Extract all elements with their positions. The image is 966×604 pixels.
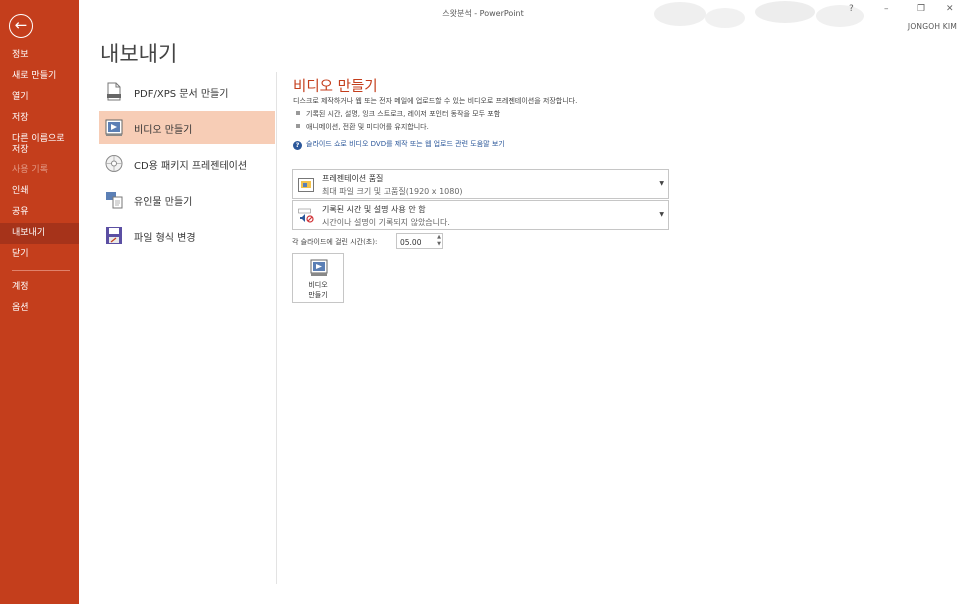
nav-divider	[12, 270, 70, 271]
feature-bullet: 기록된 시간, 설명, 잉크 스트로크, 레이저 포인터 동작을 모두 포함	[296, 109, 500, 119]
option-create-video[interactable]: 비디오 만들기	[99, 111, 275, 144]
option-label: 유인물 만들기	[134, 197, 193, 208]
nav-info[interactable]: 정보	[0, 50, 79, 61]
quality-label: 프레젠테이션 품질	[322, 174, 384, 183]
nav-account[interactable]: 계정	[0, 282, 79, 293]
section-title: 비디오 만들기	[293, 79, 378, 95]
option-label: CD용 패키지 프레젠테이션	[134, 161, 248, 172]
option-label: 비디오 만들기	[134, 125, 193, 136]
nav-export[interactable]: 내보내기	[0, 223, 79, 244]
pdf-document-icon	[107, 82, 121, 101]
option-handouts[interactable]: 유인물 만들기	[99, 183, 275, 216]
nav-options[interactable]: 옵션	[0, 303, 79, 314]
nav-open[interactable]: 열기	[0, 92, 79, 103]
video-icon	[310, 259, 328, 276]
restore-button[interactable]: ❐	[917, 4, 925, 14]
title-decoration	[654, 1, 864, 28]
back-arrow-icon[interactable]: ←	[9, 14, 33, 38]
option-label: 파일 형식 변경	[134, 233, 196, 244]
backstage-sidebar: ← 정보 새로 만들기 열기 저장 다른 이름으로 저장 사용 기록 인쇄 공유…	[0, 0, 79, 604]
nav-save[interactable]: 저장	[0, 113, 79, 124]
chevron-down-icon: ▼	[659, 180, 664, 187]
option-label: PDF/XPS 문서 만들기	[134, 89, 229, 100]
help-link-text: 슬라이드 쇼로 비디오 DVD를 제작 또는 웹 업로드 관련 도움말 보기	[306, 140, 505, 148]
nav-close[interactable]: 닫기	[0, 249, 79, 260]
feature-bullet: 애니메이션, 전환 및 미디어를 유지합니다.	[296, 122, 429, 132]
create-video-button[interactable]: 비디오 만들기	[292, 253, 344, 303]
narration-label: 기록된 시간 및 설명 사용 안 함	[322, 205, 426, 214]
nav-new[interactable]: 새로 만들기	[0, 71, 79, 82]
slide-time-label: 각 슬라이드에 걸린 시간(초):	[292, 238, 378, 246]
narration-description: 시간이나 설명이 기록되지 않았습니다.	[322, 218, 450, 227]
no-narration-icon	[298, 208, 314, 223]
spin-button[interactable]: ▲ ▼	[435, 234, 443, 248]
nav-share[interactable]: 공유	[0, 207, 79, 218]
minimize-button[interactable]: –	[884, 4, 889, 14]
narration-dropdown[interactable]: 기록된 시간 및 설명 사용 안 함 시간이나 설명이 기록되지 않았습니다. …	[292, 200, 669, 230]
save-disk-icon	[106, 227, 122, 244]
page-title: 내보내기	[100, 42, 178, 66]
presentation-quality-icon	[298, 178, 314, 192]
nav-print[interactable]: 인쇄	[0, 186, 79, 197]
cd-icon	[105, 155, 123, 172]
section-description: 디스크로 제작하거나 웹 또는 전자 메일에 업로드할 수 있는 비디오로 프레…	[293, 97, 578, 105]
user-name[interactable]: JONGOH KIM	[908, 22, 957, 31]
chevron-down-icon: ▼	[659, 211, 664, 218]
create-video-label: 비디오 만들기	[308, 281, 328, 299]
nav-save-as[interactable]: 다른 이름으로 저장	[0, 134, 79, 156]
help-link[interactable]: ? 슬라이드 쇼로 비디오 DVD를 제작 또는 웹 업로드 관련 도움말 보기	[293, 139, 505, 150]
help-circle-icon: ?	[293, 141, 302, 150]
video-icon	[105, 119, 123, 136]
close-button[interactable]: ✕	[946, 4, 954, 14]
help-icon[interactable]: ?	[849, 4, 854, 14]
quality-description: 최대 파일 크기 및 고품질(1920 x 1080)	[322, 187, 463, 196]
nav-history: 사용 기록	[12, 165, 48, 175]
option-cd-package[interactable]: CD용 패키지 프레젠테이션	[99, 147, 275, 180]
option-pdf-xps[interactable]: PDF/XPS 문서 만들기	[99, 75, 275, 108]
handout-icon	[106, 192, 123, 209]
quality-dropdown[interactable]: 프레젠테이션 품질 최대 파일 크기 및 고품질(1920 x 1080) ▼	[292, 169, 669, 199]
option-change-file-type[interactable]: 파일 형식 변경	[99, 219, 275, 252]
panel-divider	[276, 72, 277, 584]
